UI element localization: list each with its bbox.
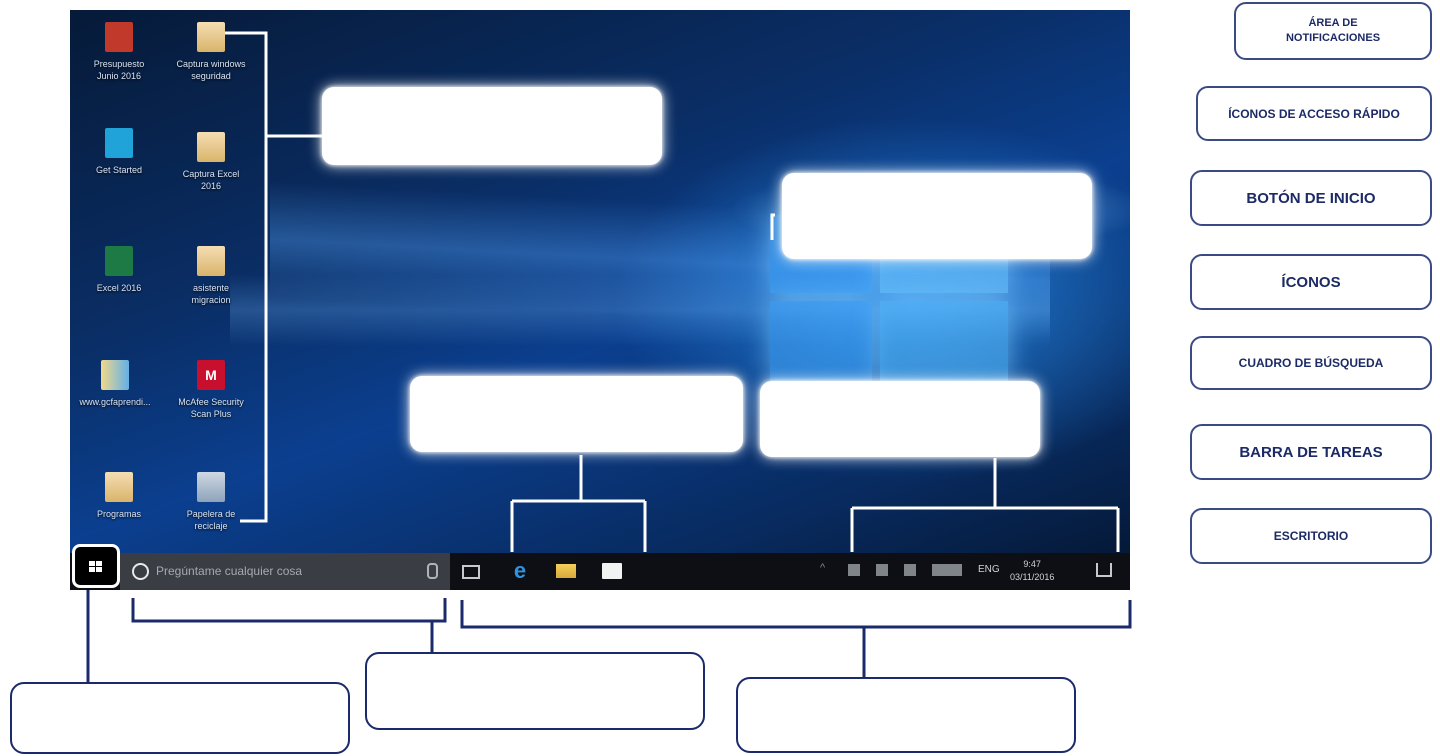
- clock-date: 03/11/2016: [1010, 572, 1055, 582]
- desktop-icon-recycle-bin[interactable]: Papelera de reciclaje: [166, 472, 256, 532]
- desktop-icon-asistente[interactable]: asistente migracion: [166, 246, 256, 306]
- word-bank-taskbar[interactable]: BARRA DE TAREAS: [1190, 424, 1432, 480]
- taskbar: Pregúntame cualquier cosa e ^ ENG 9:47 0…: [70, 553, 1130, 590]
- answer-box-icons[interactable]: [322, 87, 662, 165]
- search-box[interactable]: Pregúntame cualquier cosa: [120, 553, 450, 590]
- book-icon: [101, 360, 129, 390]
- word-bank-start-button[interactable]: BOTÓN DE INICIO: [1190, 170, 1432, 226]
- desktop-icon-get-started[interactable]: Get Started: [74, 128, 164, 176]
- connector-search-box-bracket: [131, 598, 447, 652]
- desktop-icon-label: www.gcfaprendi...: [79, 397, 151, 407]
- get-started-icon: [105, 128, 133, 158]
- desktop-icon-label: asistente migracion: [191, 283, 231, 305]
- cortana-icon: [132, 563, 149, 580]
- task-view-icon[interactable]: [462, 565, 480, 579]
- logo-pane: [880, 301, 1008, 381]
- answer-box-notification-area[interactable]: [760, 381, 1040, 457]
- word-bank-notification-area[interactable]: ÁREA DE NOTIFICACIONES: [1234, 2, 1432, 60]
- answer-box-start-button[interactable]: [10, 682, 350, 754]
- desktop-icon-excel[interactable]: Excel 2016: [74, 246, 164, 294]
- search-placeholder: Pregúntame cualquier cosa: [156, 564, 303, 578]
- language-indicator[interactable]: ENG: [978, 564, 1000, 575]
- clock-time: 9:47: [1023, 559, 1041, 569]
- desktop-icon-label: Excel 2016: [96, 283, 142, 293]
- microphone-icon[interactable]: [427, 563, 438, 579]
- volume-icon[interactable]: [904, 564, 916, 576]
- desktop-icon-label: Programas: [96, 509, 141, 519]
- recycle-bin-icon: [197, 472, 225, 502]
- desktop-icon-label: Presupuesto Junio 2016: [93, 59, 145, 81]
- keyboard-icon[interactable]: [932, 564, 962, 576]
- logo-pane: [770, 301, 872, 381]
- action-center-icon[interactable]: [1096, 563, 1112, 577]
- desktop-icon-mcafee[interactable]: M McAfee Security Scan Plus: [166, 360, 256, 420]
- pdf-icon: [105, 22, 133, 52]
- answer-box-desktop[interactable]: [782, 173, 1092, 259]
- desktop-icon-label: McAfee Security Scan Plus: [178, 397, 244, 419]
- desktop-icon-label: Captura Excel 2016: [182, 169, 240, 191]
- windows-start-icon: [89, 561, 103, 572]
- answer-box-search-box[interactable]: [365, 652, 705, 730]
- edge-icon[interactable]: e: [510, 560, 530, 582]
- answer-box-quick-access[interactable]: [410, 376, 743, 452]
- desktop-icon-presupuesto[interactable]: Presupuesto Junio 2016: [74, 22, 164, 82]
- notification-area: ^ ENG 9:47 03/11/2016: [820, 553, 1130, 590]
- desktop-icon-label: Get Started: [95, 165, 143, 175]
- chevron-up-icon[interactable]: ^: [820, 562, 832, 574]
- answer-box-taskbar[interactable]: [736, 677, 1076, 753]
- desktop-icon-captura-excel[interactable]: Captura Excel 2016: [166, 132, 256, 192]
- word-bank-search-box[interactable]: CUADRO DE BÚSQUEDA: [1190, 336, 1432, 390]
- word-bank-icons[interactable]: ÍCONOS: [1190, 254, 1432, 310]
- folder-icon: [197, 246, 225, 276]
- folder-icon: [197, 132, 225, 162]
- folder-icon: [197, 22, 225, 52]
- desktop-icon-programas[interactable]: Programas: [74, 472, 164, 520]
- file-explorer-icon[interactable]: [556, 564, 576, 578]
- battery-icon[interactable]: [848, 564, 860, 576]
- mcafee-icon: M: [197, 360, 225, 390]
- desktop-icon-label: Captura windows seguridad: [176, 59, 246, 81]
- excel-icon: [105, 246, 133, 276]
- store-icon[interactable]: [602, 563, 622, 579]
- desktop-icon-gcfaprendiendo[interactable]: www.gcfaprendi...: [70, 360, 160, 408]
- start-button-highlight[interactable]: [72, 544, 120, 588]
- desktop-icon-captura-windows[interactable]: Captura windows seguridad: [166, 22, 256, 82]
- clock[interactable]: 9:47 03/11/2016: [1010, 558, 1054, 584]
- folder-icon: [105, 472, 133, 502]
- word-bank-desktop[interactable]: ESCRITORIO: [1190, 508, 1432, 564]
- desktop-icon-label: Papelera de reciclaje: [186, 509, 236, 531]
- word-bank-quick-access-icons[interactable]: ÍCONOS DE ACCESO RÁPIDO: [1196, 86, 1432, 141]
- network-icon[interactable]: [876, 564, 888, 576]
